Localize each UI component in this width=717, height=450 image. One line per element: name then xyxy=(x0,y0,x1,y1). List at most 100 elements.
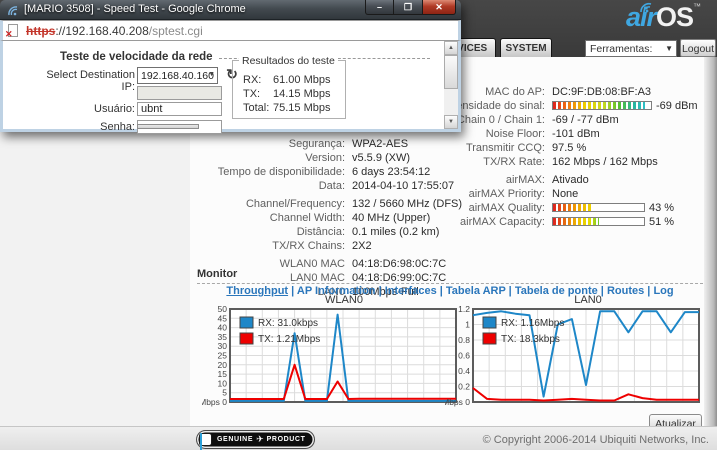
monitor-heading: Monitor xyxy=(197,268,703,284)
svg-text:30: 30 xyxy=(218,341,228,351)
destination-ip-value: 192.168.40.160 xyxy=(141,70,214,82)
capacity-bar xyxy=(552,217,645,226)
status-value: 2X2 xyxy=(352,240,372,252)
status-label: Segurança: xyxy=(130,137,345,151)
status-label: TX/RX Chains: xyxy=(130,239,345,253)
lan0-chart-title: LAN0 xyxy=(445,294,703,306)
username-field[interactable] xyxy=(137,102,222,116)
svg-text:10: 10 xyxy=(218,378,228,388)
status-value: v5.5.9 (XW) xyxy=(352,152,410,164)
svg-text:1: 1 xyxy=(465,320,470,330)
results-legend: Resultados do teste xyxy=(239,55,338,67)
status-value: 2014-04-10 17:55:07 xyxy=(352,180,454,192)
status-value: -101 dBm xyxy=(552,128,600,140)
svg-text:0.2: 0.2 xyxy=(458,382,470,392)
svg-text:RX: 31.0kbps: RX: 31.0kbps xyxy=(258,318,318,329)
plane-icon: ✈ xyxy=(256,434,264,445)
url-path: /sptest.cgi xyxy=(149,24,203,38)
svg-text:15: 15 xyxy=(218,369,228,379)
tools-select[interactable]: Ferramentas: ▼ xyxy=(585,40,677,57)
tab-system[interactable]: SYSTEM xyxy=(500,38,552,57)
svg-text:0.6: 0.6 xyxy=(458,351,470,361)
svg-text:TX: 18.3kbps: TX: 18.3kbps xyxy=(501,334,560,345)
status-row: TX/RX Chains: 2X2 xyxy=(130,239,530,253)
username-label: Usuário: xyxy=(35,103,135,115)
svg-text:0.8: 0.8 xyxy=(458,335,470,345)
status-row: Tempo de disponibilidade:6 days 23:54:12 xyxy=(130,165,530,179)
status-value: None xyxy=(552,188,578,200)
svg-text:Mbps 0: Mbps 0 xyxy=(202,397,227,407)
status-value: DC:9F:DB:08:BF:A3 xyxy=(552,86,651,98)
wlan0-chart-block: WLAN0 5101520253035404550Mbps 0RX: 31.0k… xyxy=(202,294,458,417)
status-value: 40 MHz (Upper) xyxy=(352,212,430,224)
status-value: WPA2-AES xyxy=(352,138,408,150)
popup-body: Teste de velocidade da rede Select Desti… xyxy=(0,41,461,132)
logo-trademark: ™ xyxy=(693,2,701,11)
chevron-down-icon: ▼ xyxy=(208,71,215,78)
status-row: Version: v5.5.9 (XW) xyxy=(130,151,530,165)
result-row-total: Total:75.15 Mbps xyxy=(243,102,330,114)
maximize-button[interactable]: ❐ xyxy=(394,0,423,15)
svg-text:1.2: 1.2 xyxy=(458,306,470,314)
url-text: https://192.168.40.208/sptest.cgi xyxy=(26,24,203,38)
copyright-text: © Copyright 2006-2014 Ubiquiti Networks,… xyxy=(483,434,709,446)
wlan0-chart-title: WLAN0 xyxy=(202,294,458,306)
popup-titlebar[interactable]: [MARIO 3508] - Speed Test - Google Chrom… xyxy=(0,0,461,20)
scrollbar-thumb[interactable] xyxy=(444,55,458,89)
status-label: Data: xyxy=(130,179,345,193)
url-scheme: https xyxy=(26,24,55,38)
status-label: Channel/Frequency: xyxy=(130,197,345,211)
run-test-button-clipped[interactable] xyxy=(137,124,199,129)
status-label: Distância: xyxy=(130,225,345,239)
close-button[interactable]: ✕ xyxy=(423,0,456,15)
status-value: 6 days 23:54:12 xyxy=(352,166,430,178)
airos-logo: airOS™ xyxy=(626,2,701,33)
status-label: Version: xyxy=(130,151,345,165)
svg-text:40: 40 xyxy=(218,323,228,333)
signal-bar xyxy=(552,101,652,110)
svg-text:35: 35 xyxy=(218,332,228,342)
popup-url-bar[interactable]: ✕ https://192.168.40.208/sptest.cgi xyxy=(0,20,461,41)
scroll-down-icon[interactable]: ▼ xyxy=(444,115,458,129)
page-error-icon: ✕ xyxy=(8,24,18,37)
status-row: Segurança: WPA2-AES xyxy=(130,137,530,151)
popup-title: [MARIO 3508] - Speed Test - Google Chrom… xyxy=(24,3,246,15)
tools-select-value: Ferramentas: xyxy=(590,43,652,55)
signal-waves-icon xyxy=(638,0,654,18)
footer: GENUINE ✈ PRODUCT © Copyright 2006-2014 … xyxy=(0,426,717,450)
lock-icon xyxy=(199,433,212,446)
svg-text:TX: 1.21Mbps: TX: 1.21Mbps xyxy=(258,334,320,345)
scroll-up-icon[interactable]: ▲ xyxy=(444,41,458,55)
status-row: Distância: 0.1 miles (0.2 km) xyxy=(130,225,530,239)
minimize-button[interactable]: – xyxy=(365,0,394,15)
destination-ip-select[interactable]: 192.168.40.160 ▼ xyxy=(137,67,218,84)
status-value: 51 % xyxy=(649,216,674,228)
result-row-tx: TX:14.15 Mbps xyxy=(243,88,330,100)
lan0-chart-block: LAN0 0.20.40.60.811.2Mbps 0RX: 1.16MbpsT… xyxy=(445,294,703,417)
status-value: 97.5 % xyxy=(552,142,586,154)
status-value: Ativado xyxy=(552,174,589,186)
logout-button[interactable]: Logout xyxy=(680,39,716,57)
svg-text:45: 45 xyxy=(218,313,228,323)
chevron-down-icon: ▼ xyxy=(665,44,673,53)
result-row-rx: RX:61.00 Mbps xyxy=(243,74,330,86)
status-value: 132 / 5660 MHz (DFS) xyxy=(352,198,462,210)
svg-text:25: 25 xyxy=(218,351,228,361)
status-row: Channel Width:40 MHz (Upper) xyxy=(130,211,530,225)
wlan0-chart: 5101520253035404550Mbps 0RX: 31.0kbpsTX:… xyxy=(202,306,458,417)
genuine-product-badge: GENUINE ✈ PRODUCT xyxy=(197,431,314,448)
status-value: -69 / -77 dBm xyxy=(552,114,619,126)
custom-ip-field[interactable] xyxy=(137,86,222,100)
url-host: ://192.168.40.208 xyxy=(55,24,148,38)
quality-bar xyxy=(552,203,645,212)
svg-text:20: 20 xyxy=(218,360,228,370)
status-row: Data: 2014-04-10 17:55:07 xyxy=(130,179,530,193)
window-edge-shade xyxy=(704,57,717,450)
svg-text:Mbps 0: Mbps 0 xyxy=(445,397,470,407)
badge-genuine-text: GENUINE xyxy=(217,436,253,443)
popup-scrollbar[interactable]: ▲ ▼ xyxy=(444,41,458,129)
status-value: 43 % xyxy=(649,202,674,214)
badge-product-text: PRODUCT xyxy=(267,436,306,443)
status-value: 0.1 miles (0.2 km) xyxy=(352,226,439,238)
svg-text:0.4: 0.4 xyxy=(458,366,470,376)
